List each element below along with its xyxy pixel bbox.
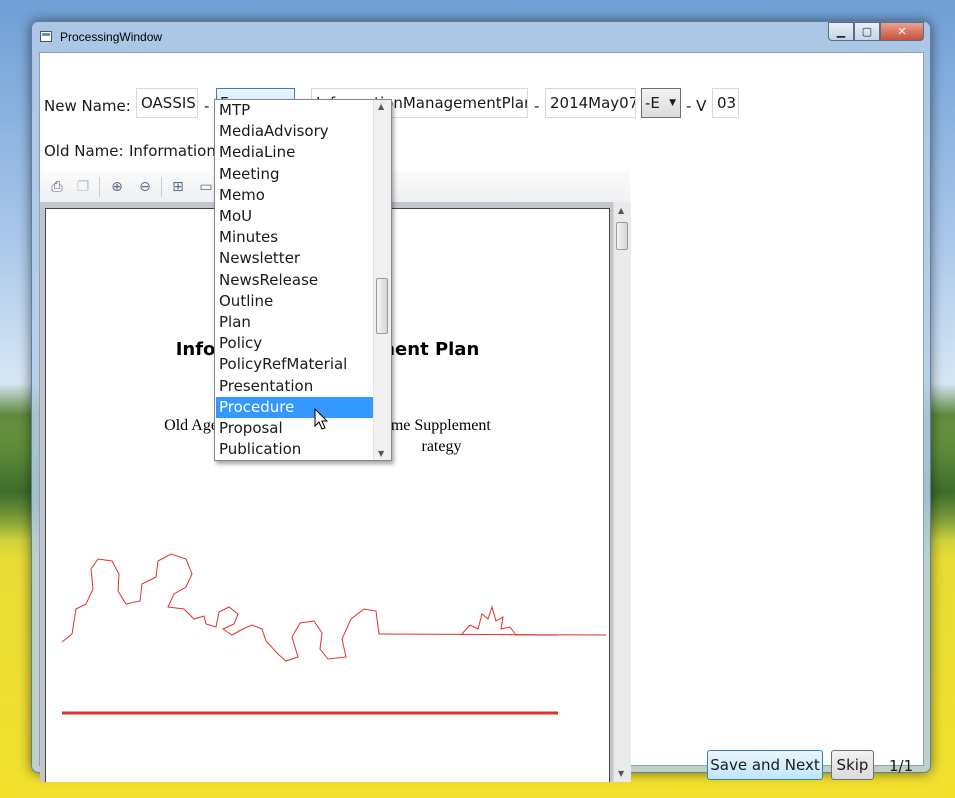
- language-combo[interactable]: -E ▼: [641, 88, 681, 118]
- dropdown-option-mtp[interactable]: MTP: [216, 100, 373, 121]
- dropdown-option-proposal[interactable]: Proposal: [216, 418, 373, 439]
- document-type-dropdown-list[interactable]: ▲ ▼ MTP MediaAdvisory MediaLine Meeting Memo…: [214, 99, 392, 461]
- language-value: -E: [645, 94, 660, 112]
- prefix-field[interactable]: OASSIS: [136, 88, 198, 118]
- zoom-in-icon[interactable]: ⊕: [108, 178, 126, 196]
- client-area: New Name: OASSIS - Form ▼ - InformationM…: [39, 52, 924, 782]
- save-and-next-button[interactable]: Save and Next: [707, 750, 823, 780]
- window-title: ProcessingWindow: [60, 30, 163, 44]
- dropdown-option-presentation[interactable]: Presentation: [216, 376, 373, 397]
- toolbar-divider: [99, 177, 100, 197]
- page-width-icon[interactable]: ▭: [197, 178, 215, 196]
- processing-window: ProcessingWindow ▁ ▢ ✕ New Name: OASSIS …: [31, 21, 931, 782]
- scrollbar-thumb[interactable]: [616, 222, 628, 250]
- actual-size-icon[interactable]: ⊞: [169, 178, 187, 196]
- scroll-up-icon[interactable]: ▲: [618, 206, 624, 215]
- dropdown-option-procedure[interactable]: Procedure: [216, 396, 373, 418]
- scroll-up-icon[interactable]: ▲: [378, 102, 384, 111]
- separator: -: [204, 97, 210, 115]
- dropdown-option-outline[interactable]: Outline: [216, 291, 373, 312]
- dropdown-option-mou[interactable]: MoU: [216, 206, 373, 227]
- dropdown-scrollbar[interactable]: ▲ ▼: [373, 100, 391, 460]
- date-field[interactable]: 2014May07: [545, 88, 636, 118]
- title-bar[interactable]: ProcessingWindow ▁ ▢ ✕: [32, 22, 930, 52]
- scroll-down-icon[interactable]: ▼: [618, 769, 624, 778]
- dropdown-option-policyrefmaterial[interactable]: PolicyRefMaterial: [216, 354, 373, 375]
- dropdown-option-policy[interactable]: Policy: [216, 333, 373, 354]
- mouse-cursor-icon: [314, 408, 329, 430]
- maximize-button[interactable]: ▢: [854, 22, 880, 41]
- document-vertical-scrollbar[interactable]: ▲ ▼: [613, 202, 631, 782]
- dropdown-option-meeting[interactable]: Meeting: [216, 164, 373, 185]
- old-name-value: Information: [129, 142, 216, 160]
- close-button[interactable]: ✕: [880, 22, 924, 41]
- toolbar-divider: [161, 177, 162, 197]
- dropdown-option-mediaadvisory[interactable]: MediaAdvisory: [216, 121, 373, 142]
- separator: -: [534, 97, 540, 115]
- page-counter: 1/1: [889, 757, 914, 775]
- dropdown-option-publication[interactable]: Publication: [216, 439, 373, 460]
- chevron-down-icon: ▼: [669, 98, 676, 108]
- zoom-out-icon[interactable]: ⊖: [136, 178, 154, 196]
- dropdown-scrollbar-thumb[interactable]: [376, 278, 388, 334]
- minimize-button[interactable]: ▁: [828, 22, 854, 41]
- dropdown-option-medialine[interactable]: MediaLine: [216, 142, 373, 163]
- dropdown-option-memo[interactable]: Memo: [216, 185, 373, 206]
- version-field[interactable]: 03: [712, 88, 739, 118]
- version-separator: - V: [686, 97, 707, 115]
- dropdown-option-plan[interactable]: Plan: [216, 312, 373, 333]
- dropdown-option-newsletter[interactable]: Newsletter: [216, 248, 373, 269]
- dropdown-option-minutes[interactable]: Minutes: [216, 227, 373, 248]
- new-name-label: New Name:: [44, 97, 131, 115]
- print-icon[interactable]: ⎙: [48, 178, 66, 196]
- window-controls: ▁ ▢ ✕: [828, 22, 924, 42]
- dropdown-option-newsrelease[interactable]: NewsRelease: [216, 270, 373, 291]
- window-app-icon: [40, 31, 52, 42]
- copy-icon[interactable]: ❐: [74, 178, 92, 196]
- skip-button[interactable]: Skip: [831, 750, 874, 780]
- old-name-label: Old Name:: [44, 142, 124, 160]
- scroll-down-icon[interactable]: ▼: [378, 449, 384, 458]
